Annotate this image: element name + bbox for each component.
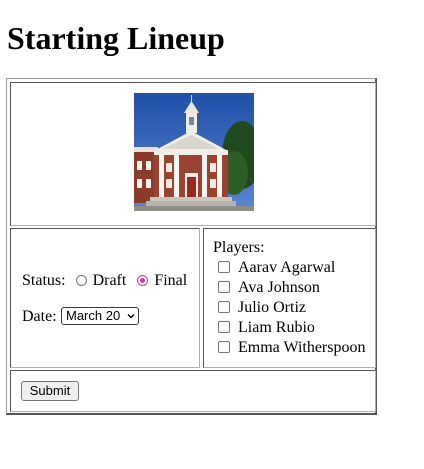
players-cell: Players: Aarav Agarwal Ava Johnson Julio… (203, 228, 376, 368)
player-label: Aarav Agarwal (238, 259, 336, 276)
status-draft-label: Draft (92, 272, 127, 289)
submit-button[interactable]: Submit (21, 381, 79, 401)
player-checkbox-liam-rubio[interactable] (218, 321, 230, 333)
player-label: Ava Johnson (238, 279, 320, 296)
status-final-radio[interactable] (137, 275, 149, 286)
page-title: Starting Lineup (7, 20, 225, 56)
photo-cell (10, 82, 376, 226)
date-select[interactable]: March 20 (61, 307, 139, 325)
status-draft-radio[interactable] (75, 275, 87, 286)
player-checkbox-julio-ortiz[interactable] (218, 301, 230, 313)
player-item: Liam Rubio (218, 318, 315, 338)
player-label: Liam Rubio (238, 319, 315, 336)
player-item: Aarav Agarwal (218, 258, 335, 278)
status-date-cell: Status: Draft Final Date: March 20 (10, 228, 200, 368)
date-label: Date: (22, 308, 57, 325)
player-item: Julio Ortiz (218, 298, 306, 318)
player-label: Emma Witherspoon (238, 339, 366, 356)
lineup-table: Status: Draft Final Date: March 20 Playe… (6, 78, 377, 415)
status-label: Status: (22, 272, 66, 289)
player-item: Emma Witherspoon (218, 338, 365, 358)
submit-cell: Submit (10, 370, 376, 412)
player-item: Ava Johnson (218, 278, 320, 298)
school-building-photo (134, 93, 254, 211)
chevron-down-icon (127, 314, 135, 319)
player-checkbox-emma-witherspoon[interactable] (218, 341, 230, 353)
player-checkbox-aarav-agarwal[interactable] (218, 261, 230, 273)
player-checkbox-ava-johnson[interactable] (218, 281, 230, 293)
players-label: Players: (213, 239, 265, 256)
status-final-label: Final (154, 272, 188, 289)
player-label: Julio Ortiz (238, 299, 306, 316)
date-select-value: March 20 (66, 308, 121, 323)
